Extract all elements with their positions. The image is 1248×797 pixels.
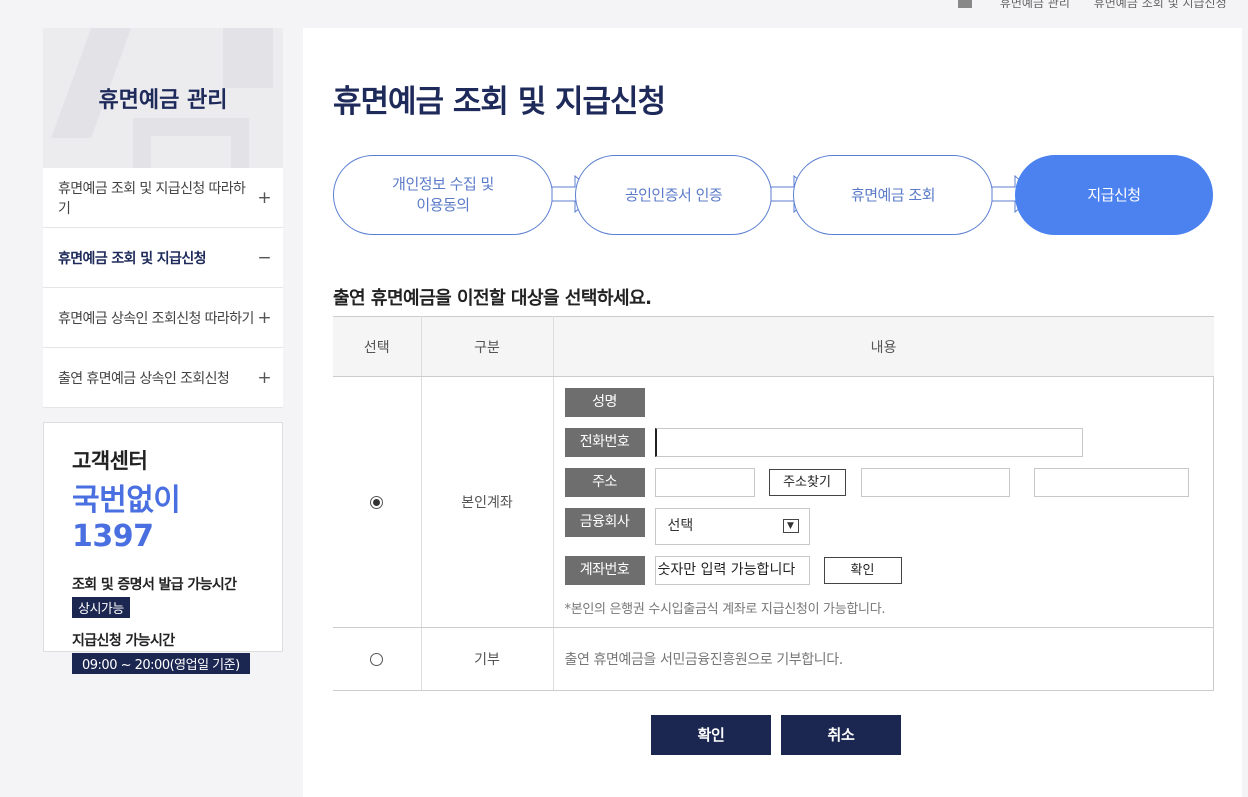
step-certificate: 공인인증서 인증 <box>575 155 772 235</box>
donate-text: 출연 휴면예금을 서민금융진흥원으로 기부합니다. <box>564 652 844 668</box>
hours-label: 조회 및 증명서 발급 가능시간 <box>72 577 237 593</box>
category-cell: 본인계좌 <box>421 376 554 628</box>
cancel-button[interactable]: 취소 <box>781 715 901 755</box>
step-payment: 지급신청 <box>1015 155 1213 235</box>
radio-own-account[interactable] <box>370 495 384 509</box>
bank-select[interactable]: 선택 ▼ <box>654 508 810 545</box>
phone-input[interactable] <box>654 428 1083 457</box>
select-cell <box>333 376 422 628</box>
column-header: 구분 <box>421 316 554 377</box>
address-label: 주소 <box>564 468 645 497</box>
sidebar-item-label: 휴면예금 조회 및 지급신청 <box>58 250 207 267</box>
section-title: 출연 휴면예금을 이전할 대상을 선택하세요. <box>333 288 652 309</box>
address-search-button[interactable]: 주소찾기 <box>768 469 846 496</box>
breadcrumb: 휴면예금 관리 휴면예금 조회 및 지급신청 <box>958 0 1248 8</box>
address-detail-input[interactable] <box>1033 468 1189 497</box>
sidebar-item-heir-guide[interactable]: 휴면예금 상속인 조회신청 따라하기 + <box>43 288 283 348</box>
bank-label: 금융회사 <box>564 508 645 537</box>
select-cell <box>333 627 422 691</box>
content-cell: 성명 전화번호 주소 주소찾기 금융회사 선택 ▼ 계좌번호 숫자만 입력 가능… <box>553 376 1214 628</box>
account-confirm-button[interactable]: 확인 <box>823 557 902 584</box>
step-consent: 개인정보 수집 및 이용동의 <box>333 155 553 235</box>
sidebar-item-heir-inquiry[interactable]: 출연 휴면예금 상속인 조회신청 + <box>43 348 283 408</box>
breadcrumb-item[interactable]: 휴면예금 관리 <box>1000 0 1070 8</box>
column-header: 선택 <box>333 316 422 377</box>
hours-badge: 09:00 ~ 20:00(영업일 기준) <box>72 653 250 674</box>
table-row: 본인계좌 성명 전화번호 주소 주소찾기 금융회사 선택 ▼ 계좌번호 숫자만 … <box>333 376 1214 628</box>
phone-label: 전화번호 <box>564 428 645 457</box>
customer-center-box: 고객센터 국번없이 1397 조회 및 증명서 발급 가능시간 상시가능 지급신… <box>43 422 283 674</box>
plus-icon: + <box>257 307 271 328</box>
sidebar-menu: 휴면예금 조회 및 지급신청 따라하기 + 휴면예금 조회 및 지급신청 − 휴… <box>43 168 283 408</box>
confirm-button[interactable]: 확인 <box>651 715 771 755</box>
account-input[interactable]: 숫자만 입력 가능합니다 <box>654 556 810 585</box>
category-cell: 기부 <box>421 627 554 691</box>
step-label: 개인정보 수집 및 이용동의 <box>392 175 494 214</box>
radio-donate[interactable] <box>370 652 384 666</box>
page-title: 휴면예금 조회 및 지급신청 <box>333 84 666 120</box>
home-icon[interactable] <box>958 0 972 8</box>
plus-icon: + <box>257 187 271 208</box>
hours-badge: 상시가능 <box>72 597 130 618</box>
table-row: 기부 출연 휴면예금을 서민금융진흥원으로 기부합니다. <box>333 627 1214 691</box>
content-cell: 출연 휴면예금을 서민금융진흥원으로 기부합니다. <box>553 627 1214 691</box>
sidebar-title: 휴면예금 관리 <box>98 88 228 113</box>
step-label: 지급신청 <box>1087 185 1141 204</box>
page-edge <box>1242 28 1248 797</box>
sidebar-item-label: 출연 휴면예금 상속인 조회신청 <box>58 370 230 387</box>
address-input[interactable] <box>860 468 1010 497</box>
hours-label: 지급신청 가능시간 <box>72 633 175 649</box>
account-note: *본인의 은행권 수시입출금식 계좌로 지급신청이 가능합니다. <box>564 602 886 617</box>
sidebar-item-inquiry[interactable]: 휴면예금 조회 및 지급신청 − <box>43 228 283 288</box>
minus-icon: − <box>257 247 271 268</box>
transfer-target-table: 선택 구분 내용 본인계좌 성명 전화번호 주소 주소찾기 금융회사 선택 ▼ … <box>333 316 1214 691</box>
step-label: 공인인증서 인증 <box>624 185 723 204</box>
sidebar-header: 휴면예금 관리 <box>43 28 283 168</box>
step-label: 휴면예금 조회 <box>850 185 936 204</box>
main-panel: 휴면예금 조회 및 지급신청 개인정보 수집 및 이용동의 공인인증서 인증 휴… <box>303 28 1242 797</box>
breadcrumb-item[interactable]: 휴면예금 조회 및 지급신청 <box>1094 0 1227 8</box>
customer-center-phone: 국번없이 1397 <box>72 483 181 554</box>
chevron-down-icon: ▼ <box>782 519 799 533</box>
zipcode-input[interactable] <box>654 468 755 497</box>
plus-icon: + <box>257 367 271 388</box>
column-header: 내용 <box>553 316 1214 377</box>
sidebar-item-guide[interactable]: 휴면예금 조회 및 지급신청 따라하기 + <box>43 168 283 228</box>
customer-center-title: 고객센터 <box>72 449 148 473</box>
sidebar-item-label: 휴면예금 상속인 조회신청 따라하기 <box>58 310 254 327</box>
name-label: 성명 <box>564 388 645 417</box>
account-label: 계좌번호 <box>564 556 645 585</box>
step-inquiry: 휴면예금 조회 <box>793 155 993 235</box>
bank-select-value: 선택 <box>667 518 694 534</box>
sidebar-item-label: 휴면예금 조회 및 지급신청 따라하기 <box>58 180 246 217</box>
